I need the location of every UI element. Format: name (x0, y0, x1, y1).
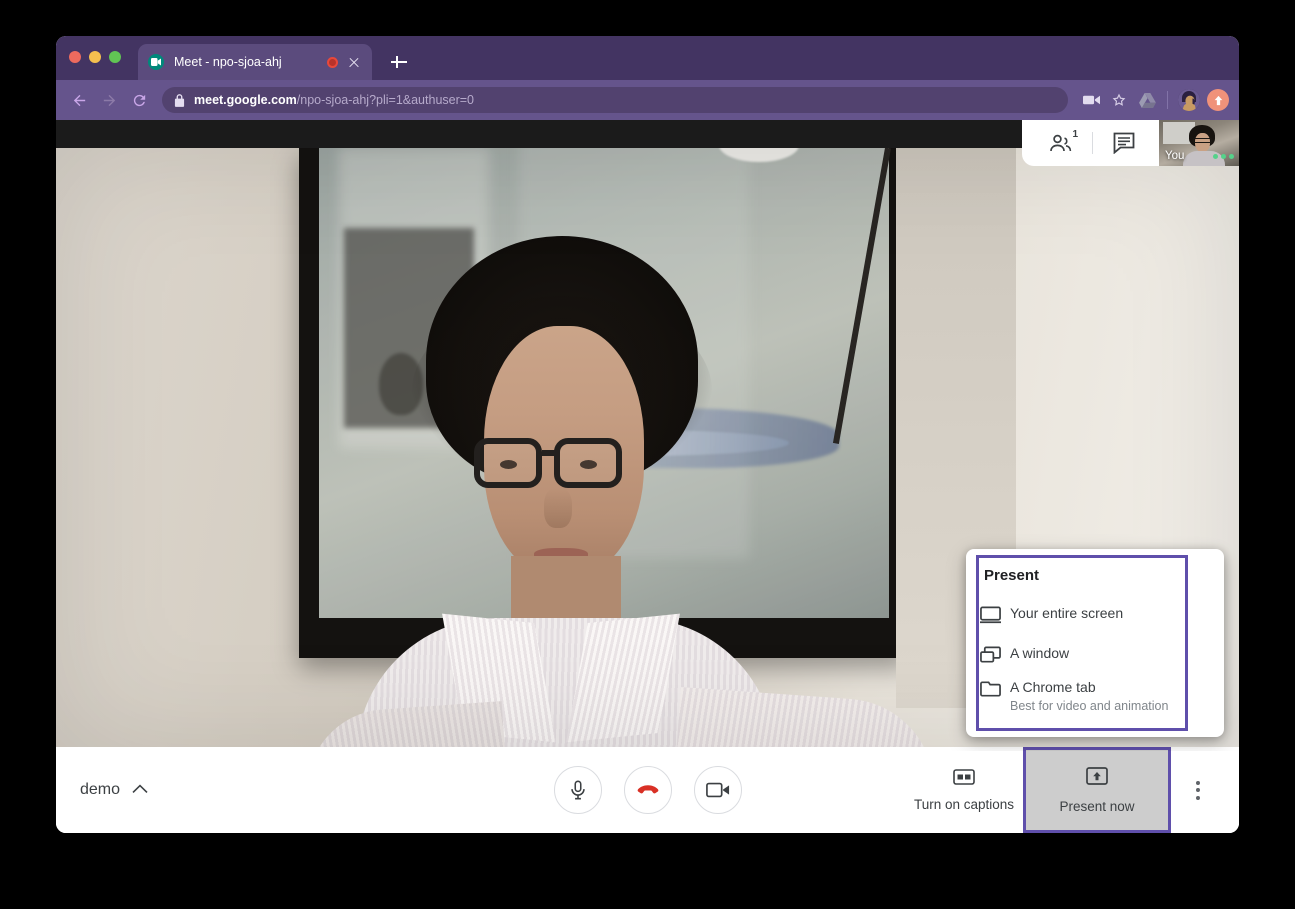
media-cast-icon[interactable] (1078, 87, 1104, 113)
chevron-up-icon (132, 781, 148, 799)
participant-glasses-right (554, 438, 622, 488)
participant-nose (544, 488, 572, 528)
meeting-details-button[interactable]: demo (80, 781, 148, 799)
present-popup-title: Present (984, 567, 1039, 584)
window-icon (980, 645, 1010, 664)
call-controls (554, 766, 742, 814)
monitor-icon (980, 605, 1010, 624)
url-path: /npo-sjoa-ahj?pli=1&authuser=0 (297, 93, 474, 107)
browser-window: Meet - npo-sjoa-ahj meet.google.com/npo-… (56, 36, 1239, 833)
meet-video-stage: w ? (56, 120, 1239, 751)
browser-toolbar: meet.google.com/npo-sjoa-ahj?pli=1&authu… (56, 80, 1239, 120)
meeting-name: demo (80, 781, 120, 799)
more-options-icon[interactable] (1171, 747, 1225, 833)
present-option-a-window[interactable]: A window (980, 645, 1069, 664)
meet-top-right-controls: 1 You (1022, 120, 1239, 166)
self-view-glasses (1193, 138, 1212, 143)
present-now-button[interactable]: Present now (1023, 747, 1171, 833)
captions-label: Turn on captions (914, 797, 1014, 812)
profile-avatar[interactable] (1178, 89, 1200, 111)
bookmark-star-icon[interactable] (1106, 87, 1132, 113)
present-option-label: A window (1010, 645, 1069, 661)
maximize-window-button[interactable] (109, 51, 121, 63)
present-option-entire-screen[interactable]: Your entire screen (980, 605, 1123, 624)
url-domain: meet.google.com (194, 93, 297, 107)
minimize-window-button[interactable] (89, 51, 101, 63)
toolbar-divider (1167, 91, 1168, 109)
google-meet-icon (148, 54, 164, 70)
people-icon[interactable]: 1 (1040, 123, 1082, 163)
participant-glasses-left (474, 438, 542, 488)
more-options-dots (1196, 781, 1200, 800)
participant-shoulder-left (302, 701, 510, 751)
captions-button[interactable]: Turn on captions (905, 747, 1023, 833)
end-call-icon[interactable] (624, 766, 672, 814)
self-view-label: You (1165, 150, 1184, 162)
close-icon[interactable] (346, 54, 362, 70)
present-now-label: Present now (1059, 799, 1134, 814)
present-option-label: Your entire screen (1010, 605, 1123, 621)
window-traffic-lights (69, 51, 121, 63)
page-content: w ? (56, 120, 1239, 833)
top-controls-pill: 1 (1022, 120, 1159, 166)
back-arrow-icon[interactable] (66, 87, 92, 113)
reload-icon[interactable] (126, 87, 152, 113)
tab-title: Meet - npo-sjoa-ahj (174, 55, 327, 69)
url-text: meet.google.com/npo-sjoa-ahj?pli=1&authu… (194, 93, 474, 107)
present-popup: Present Your entire screen A window (966, 549, 1224, 737)
people-count-badge: 1 (1072, 129, 1078, 140)
self-view-thumbnail[interactable]: You (1159, 120, 1239, 166)
audio-level-dots (1213, 154, 1234, 159)
chat-icon[interactable] (1103, 123, 1145, 163)
update-arrow-icon[interactable] (1207, 89, 1229, 111)
close-window-button[interactable] (69, 51, 81, 63)
window-writing: w ? (771, 148, 841, 158)
tab-strip: Meet - npo-sjoa-ahj (56, 36, 1239, 80)
right-call-controls: Turn on captions Present now (905, 747, 1225, 833)
lamp-arm (833, 148, 891, 444)
meet-control-bar: demo (56, 747, 1239, 833)
forward-arrow-icon[interactable] (96, 87, 122, 113)
present-up-arrow-icon (1086, 767, 1108, 792)
google-drive-icon[interactable] (1134, 87, 1160, 113)
top-controls-divider (1092, 132, 1093, 154)
present-option-sublabel: Best for video and animation (1010, 698, 1168, 714)
recording-dot-icon[interactable] (327, 57, 338, 68)
participant-glasses-bridge (542, 450, 556, 456)
browser-tab[interactable]: Meet - npo-sjoa-ahj (138, 44, 372, 80)
present-option-chrome-tab[interactable]: A Chrome tab Best for video and animatio… (980, 679, 1168, 714)
new-tab-icon[interactable] (389, 52, 409, 72)
present-option-label: A Chrome tab (1010, 679, 1096, 695)
url-field[interactable]: meet.google.com/npo-sjoa-ahj?pli=1&authu… (162, 87, 1068, 113)
camera-icon[interactable] (694, 766, 742, 814)
microphone-icon[interactable] (554, 766, 602, 814)
lock-icon (174, 94, 185, 107)
tab-icon (980, 679, 1010, 698)
closed-caption-icon (953, 769, 975, 790)
